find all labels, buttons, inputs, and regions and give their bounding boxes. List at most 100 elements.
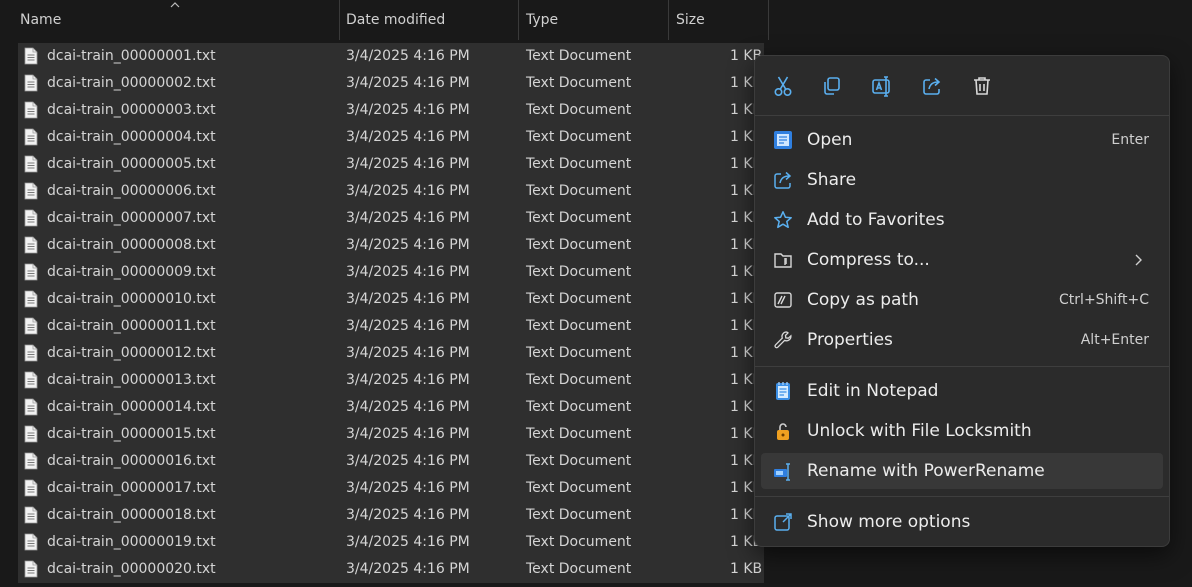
file-row[interactable]: dcai-train_00000009.txt 3/4/2025 4:16 PM T… (18, 259, 764, 286)
text-file-icon (24, 155, 38, 173)
file-row[interactable]: dcai-train_00000012.txt 3/4/2025 4:16 PM T… (18, 340, 764, 367)
cut-icon[interactable] (770, 73, 796, 99)
file-date-modified: 3/4/2025 4:16 PM (346, 561, 470, 577)
menu-item-show-more-options-label: Show more options (807, 512, 971, 532)
text-file-icon (24, 74, 38, 92)
sort-ascending-icon (170, 0, 180, 10)
chevron-right-icon (1133, 254, 1143, 266)
file-row[interactable]: dcai-train_00000007.txt 3/4/2025 4:16 PM T… (18, 205, 764, 232)
file-type: Text Document (526, 318, 632, 334)
menu-item-compress[interactable]: Compress to... (761, 242, 1163, 278)
file-name: dcai-train_00000008.txt (47, 237, 216, 253)
menu-item-properties[interactable]: Properties Alt+Enter (761, 322, 1163, 358)
share-icon[interactable] (919, 73, 945, 99)
text-file-icon (24, 101, 38, 119)
file-date-modified: 3/4/2025 4:16 PM (346, 453, 470, 469)
file-row[interactable]: dcai-train_00000002.txt 3/4/2025 4:16 PM T… (18, 70, 764, 97)
menu-item-edit-notepad[interactable]: Edit in Notepad (761, 373, 1163, 409)
text-file-icon (24, 236, 38, 254)
file-type: Text Document (526, 561, 632, 577)
file-type: Text Document (526, 399, 632, 415)
text-file-icon (24, 344, 38, 362)
star-icon (773, 210, 793, 230)
column-name-label: Name (20, 12, 62, 28)
menu-item-show-more-options[interactable]: Show more options (761, 504, 1163, 540)
menu-separator (755, 115, 1169, 116)
file-row[interactable]: dcai-train_00000011.txt 3/4/2025 4:16 PM T… (18, 313, 764, 340)
file-row[interactable]: dcai-train_00000016.txt 3/4/2025 4:16 PM T… (18, 448, 764, 475)
copy-path-icon (773, 290, 793, 310)
file-type: Text Document (526, 102, 632, 118)
text-file-icon (24, 479, 38, 497)
file-type: Text Document (526, 345, 632, 361)
file-name: dcai-train_00000017.txt (47, 480, 216, 496)
file-row[interactable]: dcai-train_00000005.txt 3/4/2025 4:16 PM T… (18, 151, 764, 178)
file-type: Text Document (526, 75, 632, 91)
file-row[interactable]: dcai-train_00000020.txt 3/4/2025 4:16 PM T… (18, 556, 764, 583)
open-icon (773, 130, 793, 150)
file-row[interactable]: dcai-train_00000004.txt 3/4/2025 4:16 PM T… (18, 124, 764, 151)
delete-icon[interactable] (969, 73, 995, 99)
unlock-icon (773, 421, 793, 441)
file-date-modified: 3/4/2025 4:16 PM (346, 480, 470, 496)
menu-item-powerrename[interactable]: Rename with PowerRename (761, 453, 1163, 489)
menu-separator (755, 366, 1169, 367)
file-date-modified: 3/4/2025 4:16 PM (346, 426, 470, 442)
file-row[interactable]: dcai-train_00000013.txt 3/4/2025 4:16 PM T… (18, 367, 764, 394)
file-row[interactable]: dcai-train_00000003.txt 3/4/2025 4:16 PM T… (18, 97, 764, 124)
file-row[interactable]: dcai-train_00000006.txt 3/4/2025 4:16 PM T… (18, 178, 764, 205)
column-header-size[interactable]: Size (668, 0, 769, 40)
context-menu: Open Enter Share Add to Favorites Compre… (754, 55, 1170, 547)
file-row[interactable]: dcai-train_00000008.txt 3/4/2025 4:16 PM T… (18, 232, 764, 259)
file-row[interactable]: dcai-train_00000010.txt 3/4/2025 4:16 PM T… (18, 286, 764, 313)
text-file-icon (24, 317, 38, 335)
file-name: dcai-train_00000003.txt (47, 102, 216, 118)
column-header-date[interactable]: Date modified (338, 0, 519, 40)
powerrename-icon (773, 461, 793, 481)
file-type: Text Document (526, 426, 632, 442)
file-row[interactable]: dcai-train_00000019.txt 3/4/2025 4:16 PM T… (18, 529, 764, 556)
file-type: Text Document (526, 453, 632, 469)
file-type: Text Document (526, 183, 632, 199)
menu-item-file-locksmith[interactable]: Unlock with File Locksmith (761, 413, 1163, 449)
menu-item-copy-as-path[interactable]: Copy as path Ctrl+Shift+C (761, 282, 1163, 318)
file-name: dcai-train_00000004.txt (47, 129, 216, 145)
text-file-icon (24, 533, 38, 551)
file-row[interactable]: dcai-train_00000001.txt 3/4/2025 4:16 PM T… (18, 43, 764, 70)
file-name: dcai-train_00000018.txt (47, 507, 216, 523)
file-date-modified: 3/4/2025 4:16 PM (346, 372, 470, 388)
file-name: dcai-train_00000009.txt (47, 264, 216, 280)
file-date-modified: 3/4/2025 4:16 PM (346, 318, 470, 334)
file-name: dcai-train_00000010.txt (47, 291, 216, 307)
column-header-type[interactable]: Type (518, 0, 669, 40)
menu-item-add-favorites-label: Add to Favorites (807, 210, 945, 230)
file-name: dcai-train_00000015.txt (47, 426, 216, 442)
file-type: Text Document (526, 210, 632, 226)
file-type: Text Document (526, 129, 632, 145)
menu-separator (755, 496, 1169, 497)
file-type: Text Document (526, 291, 632, 307)
menu-item-add-favorites[interactable]: Add to Favorites (761, 202, 1163, 238)
menu-item-share[interactable]: Share (761, 162, 1163, 198)
column-size-label: Size (676, 12, 705, 28)
file-date-modified: 3/4/2025 4:16 PM (346, 507, 470, 523)
rename-icon[interactable] (869, 73, 895, 99)
file-row[interactable]: dcai-train_00000015.txt 3/4/2025 4:16 PM T… (18, 421, 764, 448)
quick-actions-bar (755, 56, 1169, 114)
file-row[interactable]: dcai-train_00000014.txt 3/4/2025 4:16 PM T… (18, 394, 764, 421)
file-type: Text Document (526, 237, 632, 253)
text-file-icon (24, 371, 38, 389)
text-file-icon (24, 290, 38, 308)
file-date-modified: 3/4/2025 4:16 PM (346, 129, 470, 145)
menu-item-open[interactable]: Open Enter (761, 122, 1163, 158)
file-name: dcai-train_00000013.txt (47, 372, 216, 388)
file-row[interactable]: dcai-train_00000018.txt 3/4/2025 4:16 PM T… (18, 502, 764, 529)
menu-item-properties-label: Properties (807, 330, 893, 350)
text-file-icon (24, 182, 38, 200)
text-file-icon (24, 506, 38, 524)
file-row[interactable]: dcai-train_00000017.txt 3/4/2025 4:16 PM T… (18, 475, 764, 502)
menu-item-compress-label: Compress to... (807, 250, 930, 270)
copy-icon[interactable] (819, 73, 845, 99)
file-name: dcai-train_00000019.txt (47, 534, 216, 550)
menu-item-powerrename-label: Rename with PowerRename (807, 461, 1045, 481)
